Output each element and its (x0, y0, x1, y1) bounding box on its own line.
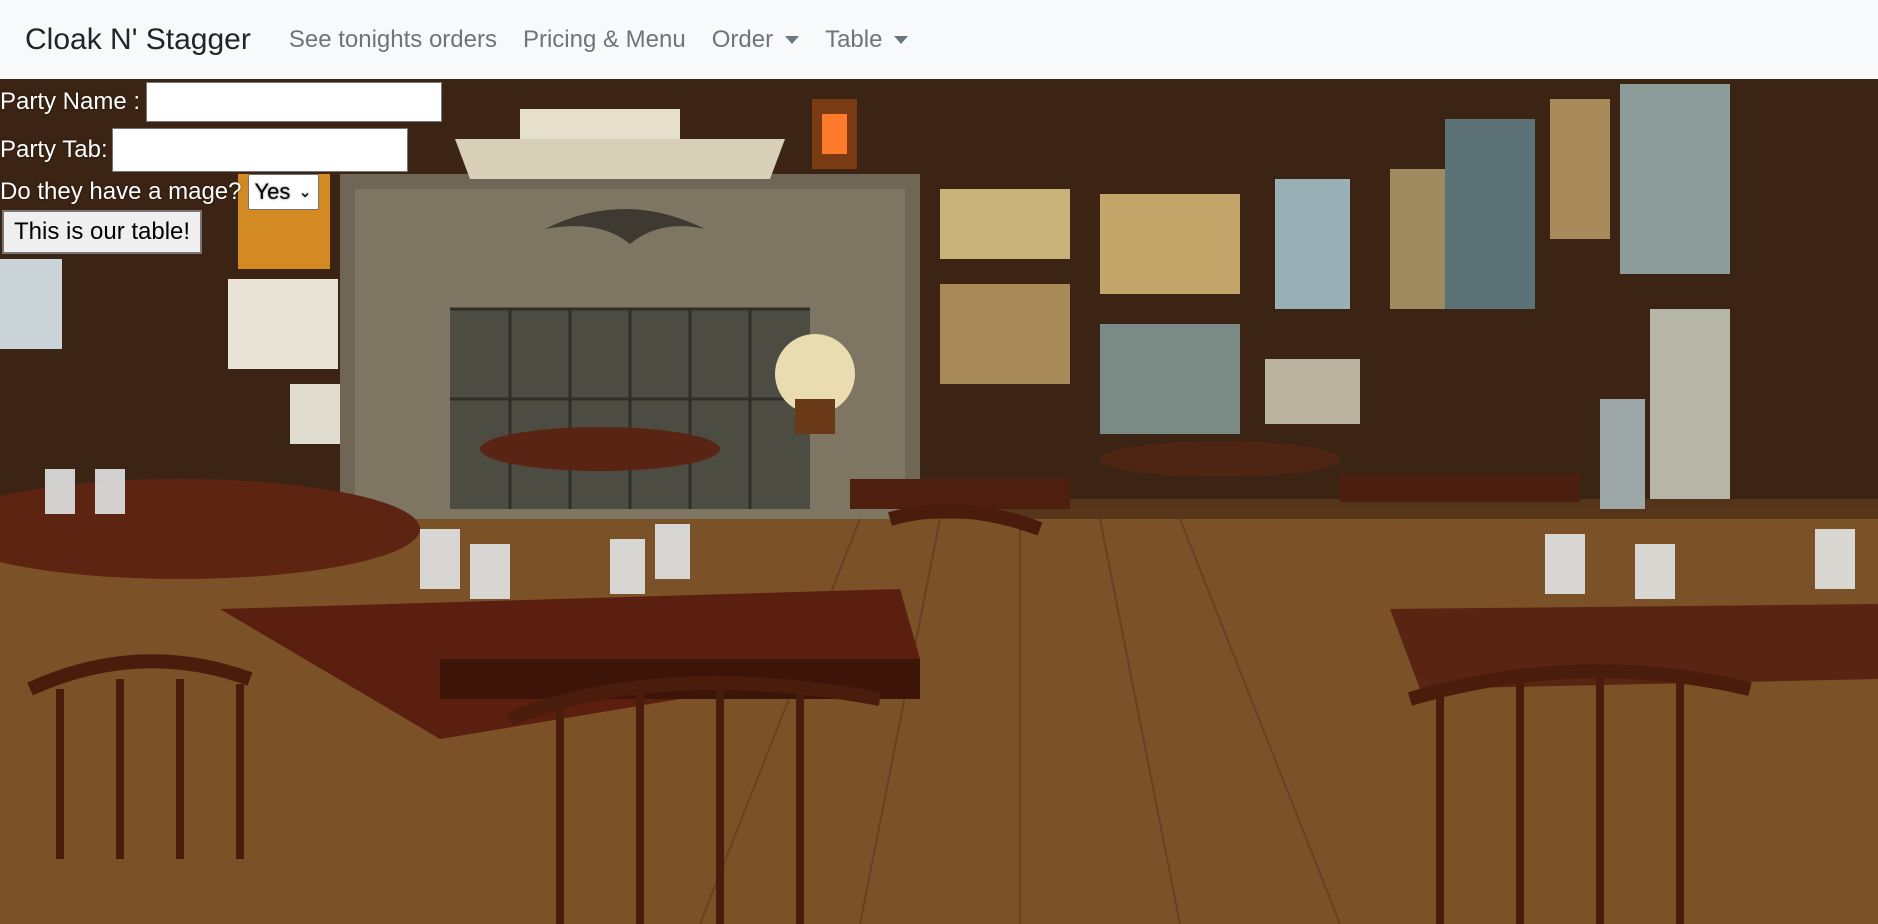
nav-dropdown-table-label: Table (825, 25, 883, 53)
chevron-down-icon: ⌄ (298, 184, 312, 201)
mage-select[interactable]: Yes ⌄ (247, 174, 319, 210)
party-tab-row: Party Tab: (0, 128, 408, 172)
caret-down-icon (785, 35, 800, 44)
mage-row: Do they have a mage? Yes ⌄ (0, 174, 319, 210)
nav-dropdown-order[interactable]: Order (711, 25, 800, 54)
submit-table-button[interactable]: This is our table! (2, 210, 203, 254)
nav-link-pricing-menu[interactable]: Pricing & Menu (523, 26, 686, 54)
party-tab-input[interactable] (111, 128, 408, 172)
nav-link-orders-label: See tonights orders (288, 25, 497, 53)
party-name-label: Party Name : (0, 88, 141, 115)
caret-down-icon (894, 35, 909, 44)
nav-dropdown-order-label: Order (711, 25, 774, 53)
nav-link-pricing-menu-label: Pricing & Menu (522, 25, 686, 53)
mage-label: Do they have a mage? (0, 178, 242, 205)
party-tab-label: Party Tab: (0, 136, 108, 163)
party-name-row: Party Name : (0, 82, 443, 122)
nav-dropdown-table[interactable]: Table (825, 25, 909, 54)
nav-link-orders[interactable]: See tonights orders (289, 26, 497, 54)
brand-link[interactable]: Cloak N' Stagger (25, 23, 251, 57)
mage-select-value: Yes (254, 179, 291, 204)
party-name-input[interactable] (146, 82, 443, 122)
navbar: Cloak N' Stagger See tonights orders Pri… (0, 0, 1878, 79)
